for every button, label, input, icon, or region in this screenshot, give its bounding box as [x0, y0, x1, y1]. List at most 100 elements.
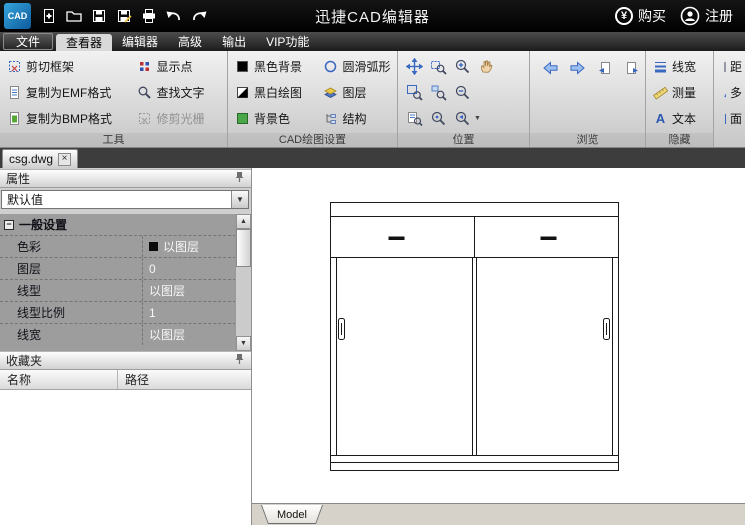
zoom-dropdown-arrow[interactable]: ▼ — [474, 115, 481, 122]
copy-bmp-button[interactable]: 复制为BMP格式 — [4, 105, 130, 131]
collapse-icon[interactable]: − — [4, 220, 14, 230]
app-logo: CAD — [4, 3, 31, 29]
back-button[interactable] — [540, 58, 561, 79]
menu-file[interactable]: 文件 — [3, 33, 53, 50]
zoom-scale-button[interactable] — [404, 108, 425, 129]
favorites-list[interactable] — [0, 390, 251, 525]
undo-button[interactable] — [161, 3, 186, 29]
tab-viewer[interactable]: 查看器 — [56, 34, 112, 51]
pin-icon[interactable] — [234, 353, 245, 368]
show-points-button[interactable]: 显示点 — [134, 53, 207, 79]
copy-emf-button[interactable]: 复制为EMF格式 — [4, 79, 130, 105]
trim-raster-label: 修剪光栅 — [156, 110, 204, 127]
tab-advanced[interactable]: 高级 — [168, 32, 212, 51]
chevron-down-icon[interactable]: ▼ — [231, 191, 248, 208]
print-icon — [141, 8, 157, 24]
zoom-previous-button[interactable] — [452, 108, 473, 129]
background-color-button[interactable]: 背景色 — [232, 105, 316, 131]
layers-icon — [323, 85, 338, 100]
favorites-col-name[interactable]: 名称 — [0, 370, 118, 389]
drawing-canvas[interactable] — [252, 168, 745, 503]
favorites-col-path[interactable]: 路径 — [118, 370, 251, 389]
cut-frame-label: 剪切框架 — [26, 58, 74, 75]
line-width-button[interactable]: 线宽 — [650, 53, 713, 79]
save-button[interactable] — [86, 3, 111, 29]
app-logo-text: CAD — [8, 11, 28, 21]
canvas-area — [252, 168, 745, 503]
black-background-button[interactable]: 黑色背景 — [232, 53, 316, 79]
smooth-arc-button[interactable]: 圆滑弧形 — [320, 53, 393, 79]
bw-drawing-label: 黑白绘图 — [254, 84, 302, 101]
property-value: 以图层 — [163, 238, 199, 255]
favorites-col-path-label: 路径 — [125, 371, 149, 388]
property-value: 以图层 — [149, 282, 185, 299]
structure-button[interactable]: 结构 — [320, 105, 393, 131]
trim-raster-button[interactable]: 修剪光栅 — [134, 105, 207, 131]
hand-button[interactable] — [476, 56, 497, 77]
app-window: 迅捷CAD编辑器 CAD ¥ 购买 — [0, 0, 745, 525]
scroll-up-icon[interactable]: ▲ — [236, 214, 251, 229]
tab-model[interactable]: Model — [261, 505, 323, 524]
save-as-button[interactable] — [111, 3, 136, 29]
tab-vip[interactable]: VIP功能 — [256, 32, 319, 51]
previous-view-icon — [597, 60, 613, 76]
menu-file-label: 文件 — [16, 33, 40, 50]
tab-editor[interactable]: 编辑器 — [112, 32, 168, 51]
property-row-layer[interactable]: 图层 0 — [0, 257, 251, 279]
zoom-in-button[interactable] — [452, 56, 473, 77]
property-row-color[interactable]: 色彩 以图层 — [0, 235, 251, 257]
properties-header: 属性 — [0, 169, 251, 188]
property-scrollbar[interactable]: ▲ ▼ — [235, 214, 251, 351]
buy-button[interactable]: ¥ 购买 — [615, 6, 666, 26]
zoom-object-button[interactable] — [428, 82, 449, 103]
pan-button[interactable] — [404, 56, 425, 77]
new-file-button[interactable] — [36, 3, 61, 29]
previous-view-button[interactable] — [594, 58, 615, 79]
text-button[interactable]: A 文本 — [650, 105, 713, 131]
scroll-thumb[interactable] — [236, 229, 251, 267]
copy-bmp-icon — [7, 111, 22, 126]
polyline-button[interactable]: 多 — [720, 79, 745, 105]
layers-button[interactable]: 图层 — [320, 79, 393, 105]
zoom-previous-icon — [454, 110, 471, 127]
zoom-extents-icon — [406, 84, 423, 101]
favorites-col-name-label: 名称 — [7, 371, 31, 388]
forward-button[interactable] — [567, 58, 588, 79]
measure-button[interactable]: 测量 — [650, 79, 713, 105]
zoom-window-button[interactable] — [428, 56, 449, 77]
property-label: 线宽 — [17, 326, 41, 343]
next-view-button[interactable] — [621, 58, 642, 79]
zoom-in-icon — [454, 58, 471, 75]
bw-drawing-button[interactable]: 黑白绘图 — [232, 79, 316, 105]
property-row-linetype[interactable]: 线型 以图层 — [0, 279, 251, 301]
person-icon — [680, 6, 700, 26]
tab-model-label: Model — [277, 509, 307, 521]
pin-icon[interactable] — [234, 171, 245, 186]
pan-icon — [406, 58, 423, 75]
close-tab-button[interactable]: × — [58, 153, 71, 166]
area-label: 面 — [730, 110, 742, 127]
preset-dropdown[interactable]: 默认值 ▼ — [1, 190, 249, 209]
tab-csg-dwg[interactable]: csg.dwg × — [2, 149, 78, 168]
cut-frame-button[interactable]: 剪切框架 — [4, 53, 130, 79]
smooth-arc-icon — [323, 59, 338, 74]
zoom-extents-button[interactable] — [404, 82, 425, 103]
ribbon-group-tools: 剪切框架 复制为EMF格式 复制为BMP格式 显示点 — [0, 51, 228, 147]
find-text-button[interactable]: 查找文字 — [134, 79, 207, 105]
area-button[interactable]: 面 — [720, 105, 745, 131]
section-general-settings[interactable]: − 一般设置 — [0, 214, 251, 235]
ribbon-group-hide: 线宽 测量 A 文本 隐藏 — [646, 51, 714, 147]
property-row-linetype-scale[interactable]: 线型比例 1 — [0, 301, 251, 323]
zoom-center-button[interactable] — [428, 108, 449, 129]
find-text-label: 查找文字 — [156, 84, 204, 101]
zoom-out-button[interactable] — [452, 82, 473, 103]
buy-label: 购买 — [638, 6, 666, 26]
tab-output[interactable]: 输出 — [212, 32, 256, 51]
property-row-lineweight[interactable]: 线宽 以图层 — [0, 323, 251, 345]
favorites-header: 收藏夹 — [0, 351, 251, 370]
open-file-button[interactable] — [61, 3, 86, 29]
distance-button[interactable]: 距 — [720, 53, 745, 79]
print-button[interactable] — [136, 3, 161, 29]
register-button[interactable]: 注册 — [680, 6, 733, 26]
scroll-down-icon[interactable]: ▼ — [236, 336, 251, 351]
